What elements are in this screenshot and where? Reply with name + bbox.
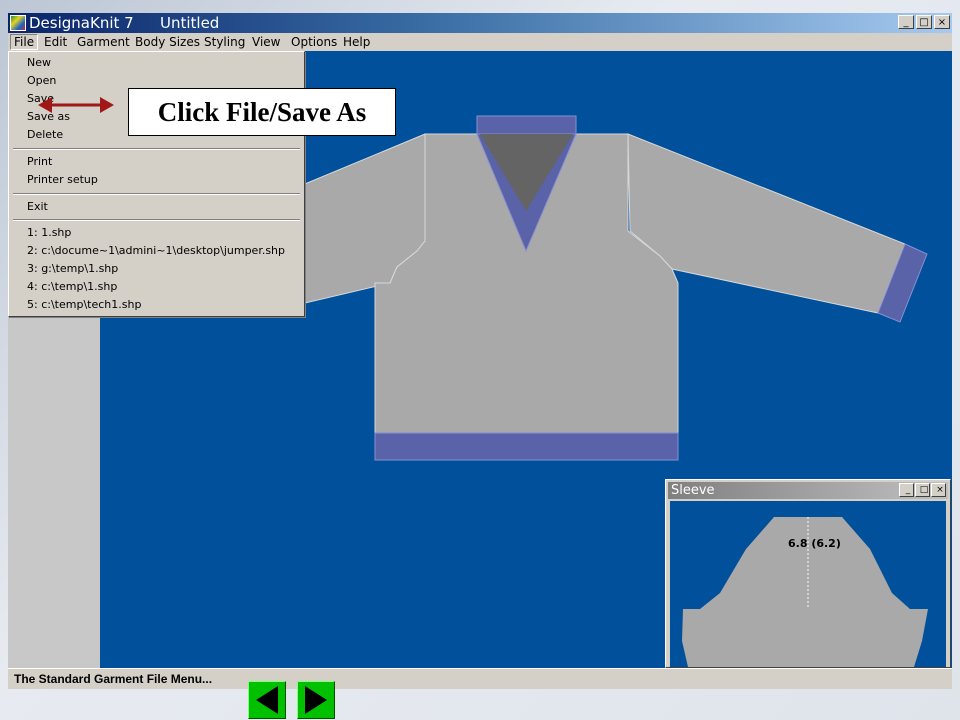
menu-view[interactable]: View (252, 35, 280, 49)
sleeve-measurement: 6.8 (6.2) (788, 537, 841, 550)
recent-file-3[interactable]: 3: g:\temp\1.shp (27, 262, 118, 275)
menu-help[interactable]: Help (343, 35, 370, 49)
sleeve-minimize-button[interactable]: _ (899, 483, 914, 497)
menu-item-open[interactable]: Open (27, 74, 56, 87)
recent-file-4[interactable]: 4: c:\temp\1.shp (27, 280, 117, 293)
menu-separator (13, 193, 300, 195)
instruction-callout: Click File/Save As (128, 88, 396, 136)
sleeve-close-button[interactable]: × (931, 483, 946, 497)
minimize-button[interactable]: _ (898, 15, 914, 29)
menu-styling[interactable]: Styling (204, 35, 245, 49)
menu-separator (13, 148, 300, 150)
triangle-left-icon (256, 686, 278, 714)
menu-garment[interactable]: Garment (77, 35, 130, 49)
menu-bar: File Edit Garment Body Sizes Styling Vie… (8, 33, 952, 51)
menu-body-sizes[interactable]: Body Sizes (135, 35, 200, 49)
triangle-right-icon (305, 686, 327, 714)
sleeve-shape (670, 501, 946, 667)
app-title: DesignaKnit 7 (29, 14, 134, 32)
document-title: Untitled (160, 14, 220, 32)
restore-button[interactable]: □ (916, 15, 932, 29)
sleeve-title: Sleeve (671, 483, 715, 498)
sleeve-canvas[interactable]: 6.8 (6.2) (670, 501, 946, 667)
menu-edit[interactable]: Edit (44, 35, 67, 49)
menu-item-delete[interactable]: Delete (27, 128, 63, 141)
menu-item-exit[interactable]: Exit (27, 200, 48, 213)
status-text: The Standard Garment File Menu... (14, 672, 213, 686)
close-button[interactable]: × (934, 15, 950, 29)
sleeve-title-bar: Sleeve _ □ × (668, 482, 948, 499)
title-bar: DesignaKnit 7 Untitled _ □ × (8, 13, 952, 33)
app-logo-icon (10, 15, 26, 31)
menu-file[interactable]: File (10, 34, 39, 50)
menu-item-printer-setup[interactable]: Printer setup (27, 173, 98, 186)
double-arrow-icon (38, 97, 114, 113)
prev-slide-button[interactable] (248, 681, 286, 719)
sleeve-window[interactable]: Sleeve _ □ × 6.8 (6.2) (665, 479, 951, 668)
menu-item-print[interactable]: Print (27, 155, 52, 168)
status-bar: The Standard Garment File Menu... (8, 668, 952, 689)
recent-file-2[interactable]: 2: c:\docume~1\admini~1\desktop\jumper.s… (27, 244, 285, 257)
sleeve-maximize-button[interactable]: □ (915, 483, 930, 497)
recent-file-5[interactable]: 5: c:\temp\tech1.shp (27, 298, 141, 311)
next-slide-button[interactable] (297, 681, 335, 719)
neck-band (476, 115, 577, 135)
menu-separator (13, 219, 300, 221)
menu-options[interactable]: Options (291, 35, 337, 49)
waist-rib (374, 432, 679, 461)
menu-item-new[interactable]: New (27, 56, 51, 69)
recent-file-1[interactable]: 1: 1.shp (27, 226, 71, 239)
